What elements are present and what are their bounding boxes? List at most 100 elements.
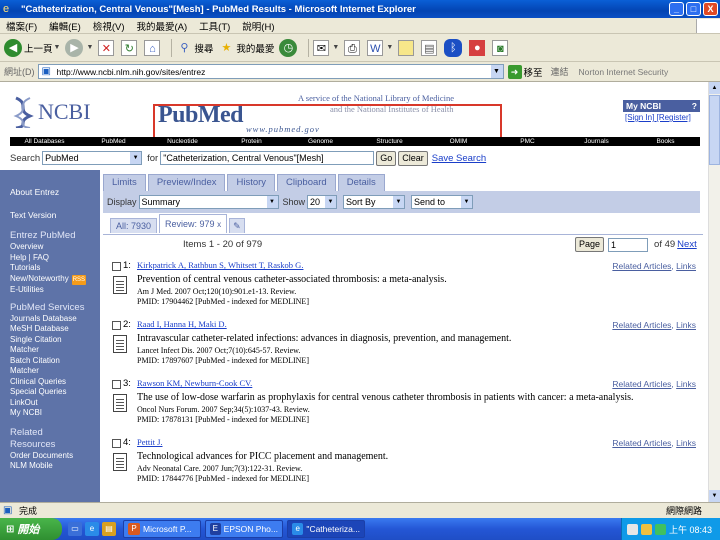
search-input[interactable]: "Catheterization, Central Venous"[Mesh] (160, 151, 375, 165)
refresh-button[interactable]: ↻ (121, 39, 139, 56)
sidebar-about-entrez[interactable]: About Entrez (0, 187, 100, 198)
tab-preview-index[interactable]: Preview/Index (147, 174, 226, 191)
tab-limits[interactable]: Limits (103, 174, 146, 191)
result-authors-link[interactable]: Pettit J. (137, 437, 163, 447)
nav-nucleotide[interactable]: Nucleotide (148, 137, 217, 146)
research-button[interactable]: ▤ (421, 39, 439, 56)
close-button[interactable]: X (703, 2, 718, 16)
address-input[interactable]: ▣ http://www.ncbi.nlm.nih.gov/sites/entr… (37, 64, 504, 79)
vertical-scrollbar[interactable]: ▲ ▼ (708, 82, 720, 502)
stop-button[interactable]: ✕ (98, 39, 116, 56)
result-authors-link[interactable]: Rawson KM, Newburn-Cook CV. (137, 378, 252, 388)
ncbi-logo[interactable]: NCBI (12, 96, 91, 128)
abstract-document-icon[interactable] (113, 394, 127, 412)
home-button[interactable]: ⌂ (144, 39, 162, 56)
tab-clipboard[interactable]: Clipboard (277, 174, 336, 191)
back-button[interactable]: ◀ 上一頁 ▼ (4, 38, 60, 57)
ie-quicklaunch-icon[interactable]: e (85, 522, 99, 536)
save-search-link[interactable]: Save Search (432, 153, 486, 164)
display-format-select[interactable]: Summary ▼ (138, 195, 279, 209)
tab-review[interactable]: Review: 979 x (159, 214, 228, 233)
clock[interactable]: 上午 08:43 (669, 523, 712, 536)
nav-journals[interactable]: Journals (562, 137, 631, 146)
maximize-button[interactable]: □ (686, 2, 701, 16)
menu-tools[interactable]: 工具(T) (193, 19, 236, 33)
sidebar-item-special-queries[interactable]: Special Queries (0, 387, 100, 398)
nav-structure[interactable]: Structure (355, 137, 424, 146)
related-articles-link[interactable]: Related Articles (612, 320, 671, 330)
sidebar-item-my-ncbi[interactable]: My NCBI (0, 408, 100, 419)
sort-by-select[interactable]: Sort By ▼ (343, 195, 406, 209)
sign-in-link[interactable]: [Sign In] (625, 113, 654, 122)
menu-help[interactable]: 說明(H) (236, 19, 280, 33)
links-link[interactable]: Links (676, 261, 696, 271)
start-button[interactable]: ⊞ 開始 (0, 518, 62, 540)
antivirus-icon[interactable] (654, 523, 666, 535)
result-checkbox[interactable] (112, 380, 121, 389)
nav-protein[interactable]: Protein (217, 137, 286, 146)
nav-books[interactable]: Books (631, 137, 700, 146)
discuss-button[interactable] (398, 39, 416, 56)
sidebar-item-clinical-queries[interactable]: Clinical Queries (0, 377, 100, 388)
result-authors-link[interactable]: Raad I, Hanna H, Maki D. (137, 319, 227, 329)
nav-omim[interactable]: OMIM (424, 137, 493, 146)
scroll-down-icon[interactable]: ▼ (709, 490, 720, 502)
register-link[interactable]: [Register] (657, 113, 691, 122)
related-articles-link[interactable]: Related Articles (612, 379, 671, 389)
sidebar-item-mesh-database[interactable]: MeSH Database (0, 324, 100, 335)
links-link[interactable]: Links (676, 438, 696, 448)
norton-toolbar[interactable]: Norton Internet Security (579, 67, 669, 77)
network-icon[interactable] (626, 523, 638, 535)
help-icon[interactable]: ? (692, 101, 697, 111)
clear-button[interactable]: Clear (398, 150, 428, 166)
scroll-up-icon[interactable]: ▲ (709, 82, 720, 94)
folder-quicklaunch-icon[interactable]: ▤ (102, 522, 116, 536)
forward-button[interactable]: ▶ ▼ (65, 38, 93, 57)
page-input[interactable]: 1 (608, 237, 649, 252)
history-button[interactable]: ◷ (279, 38, 299, 57)
links-link[interactable]: Links (676, 379, 696, 389)
menu-favorites[interactable]: 我的最愛(A) (130, 19, 193, 33)
next-page-link[interactable]: Next (677, 239, 697, 250)
sidebar-item-single-citation[interactable]: Single Citation (0, 335, 100, 346)
desktop-icon[interactable]: ▭ (68, 522, 82, 536)
menu-view[interactable]: 檢視(V) (87, 19, 131, 33)
sidebar-item-matcher-2[interactable]: Matcher (0, 366, 100, 377)
abstract-document-icon[interactable] (113, 453, 127, 471)
nav-all-databases[interactable]: All Databases (10, 137, 79, 146)
page-button[interactable]: Page (575, 237, 605, 252)
screenshot-button[interactable]: ◙ (492, 39, 510, 56)
result-authors-link[interactable]: Kirkpatrick A, Rathbun S, Whitsett T, Ra… (137, 260, 303, 270)
minimize-button[interactable]: _ (669, 2, 684, 16)
search-button[interactable]: ⚲ 搜尋 (176, 40, 213, 56)
related-articles-link[interactable]: Related Articles (612, 261, 671, 271)
menu-file[interactable]: 檔案(F) (0, 19, 43, 33)
sidebar-item-batch-citation[interactable]: Batch Citation (0, 356, 100, 367)
result-checkbox[interactable] (112, 262, 121, 271)
menu-edit[interactable]: 編輯(E) (43, 19, 87, 33)
favorites-button[interactable]: ★ 我的最愛 (218, 40, 274, 56)
sidebar-item-help-faq[interactable]: Help | FAQ (0, 253, 100, 264)
sidebar-item-journals-database[interactable]: Journals Database (0, 314, 100, 325)
links-button[interactable]: 連結 (551, 65, 569, 78)
print-button[interactable]: ⎙ (344, 39, 362, 56)
abstract-document-icon[interactable] (113, 276, 127, 294)
result-checkbox[interactable] (112, 321, 121, 330)
sidebar-item-tutorials[interactable]: Tutorials (0, 263, 100, 274)
nav-pubmed[interactable]: PubMed (79, 137, 148, 146)
bluetooth-button[interactable]: ᛒ (444, 38, 464, 57)
chevron-down-icon[interactable]: ▼ (490, 65, 503, 78)
show-count-select[interactable]: 20 ▼ (307, 195, 338, 209)
speaker-icon[interactable] (640, 523, 652, 535)
taskbar-item-epson[interactable]: E EPSON Pho... (205, 520, 283, 538)
close-tab-icon[interactable]: x (217, 220, 221, 229)
sidebar-item-order-documents[interactable]: Order Documents (0, 451, 100, 462)
go-button[interactable]: ➜ 移至 (507, 64, 543, 79)
messenger-button[interactable]: ● (469, 39, 487, 56)
sidebar-item-e-utilities[interactable]: E-Utilities (0, 285, 100, 296)
tab-all[interactable]: All: 7930 (110, 218, 158, 233)
tab-history[interactable]: History (227, 174, 276, 191)
go-search-button[interactable]: Go (376, 150, 397, 166)
related-articles-link[interactable]: Related Articles (612, 438, 671, 448)
abstract-document-icon[interactable] (113, 335, 127, 353)
